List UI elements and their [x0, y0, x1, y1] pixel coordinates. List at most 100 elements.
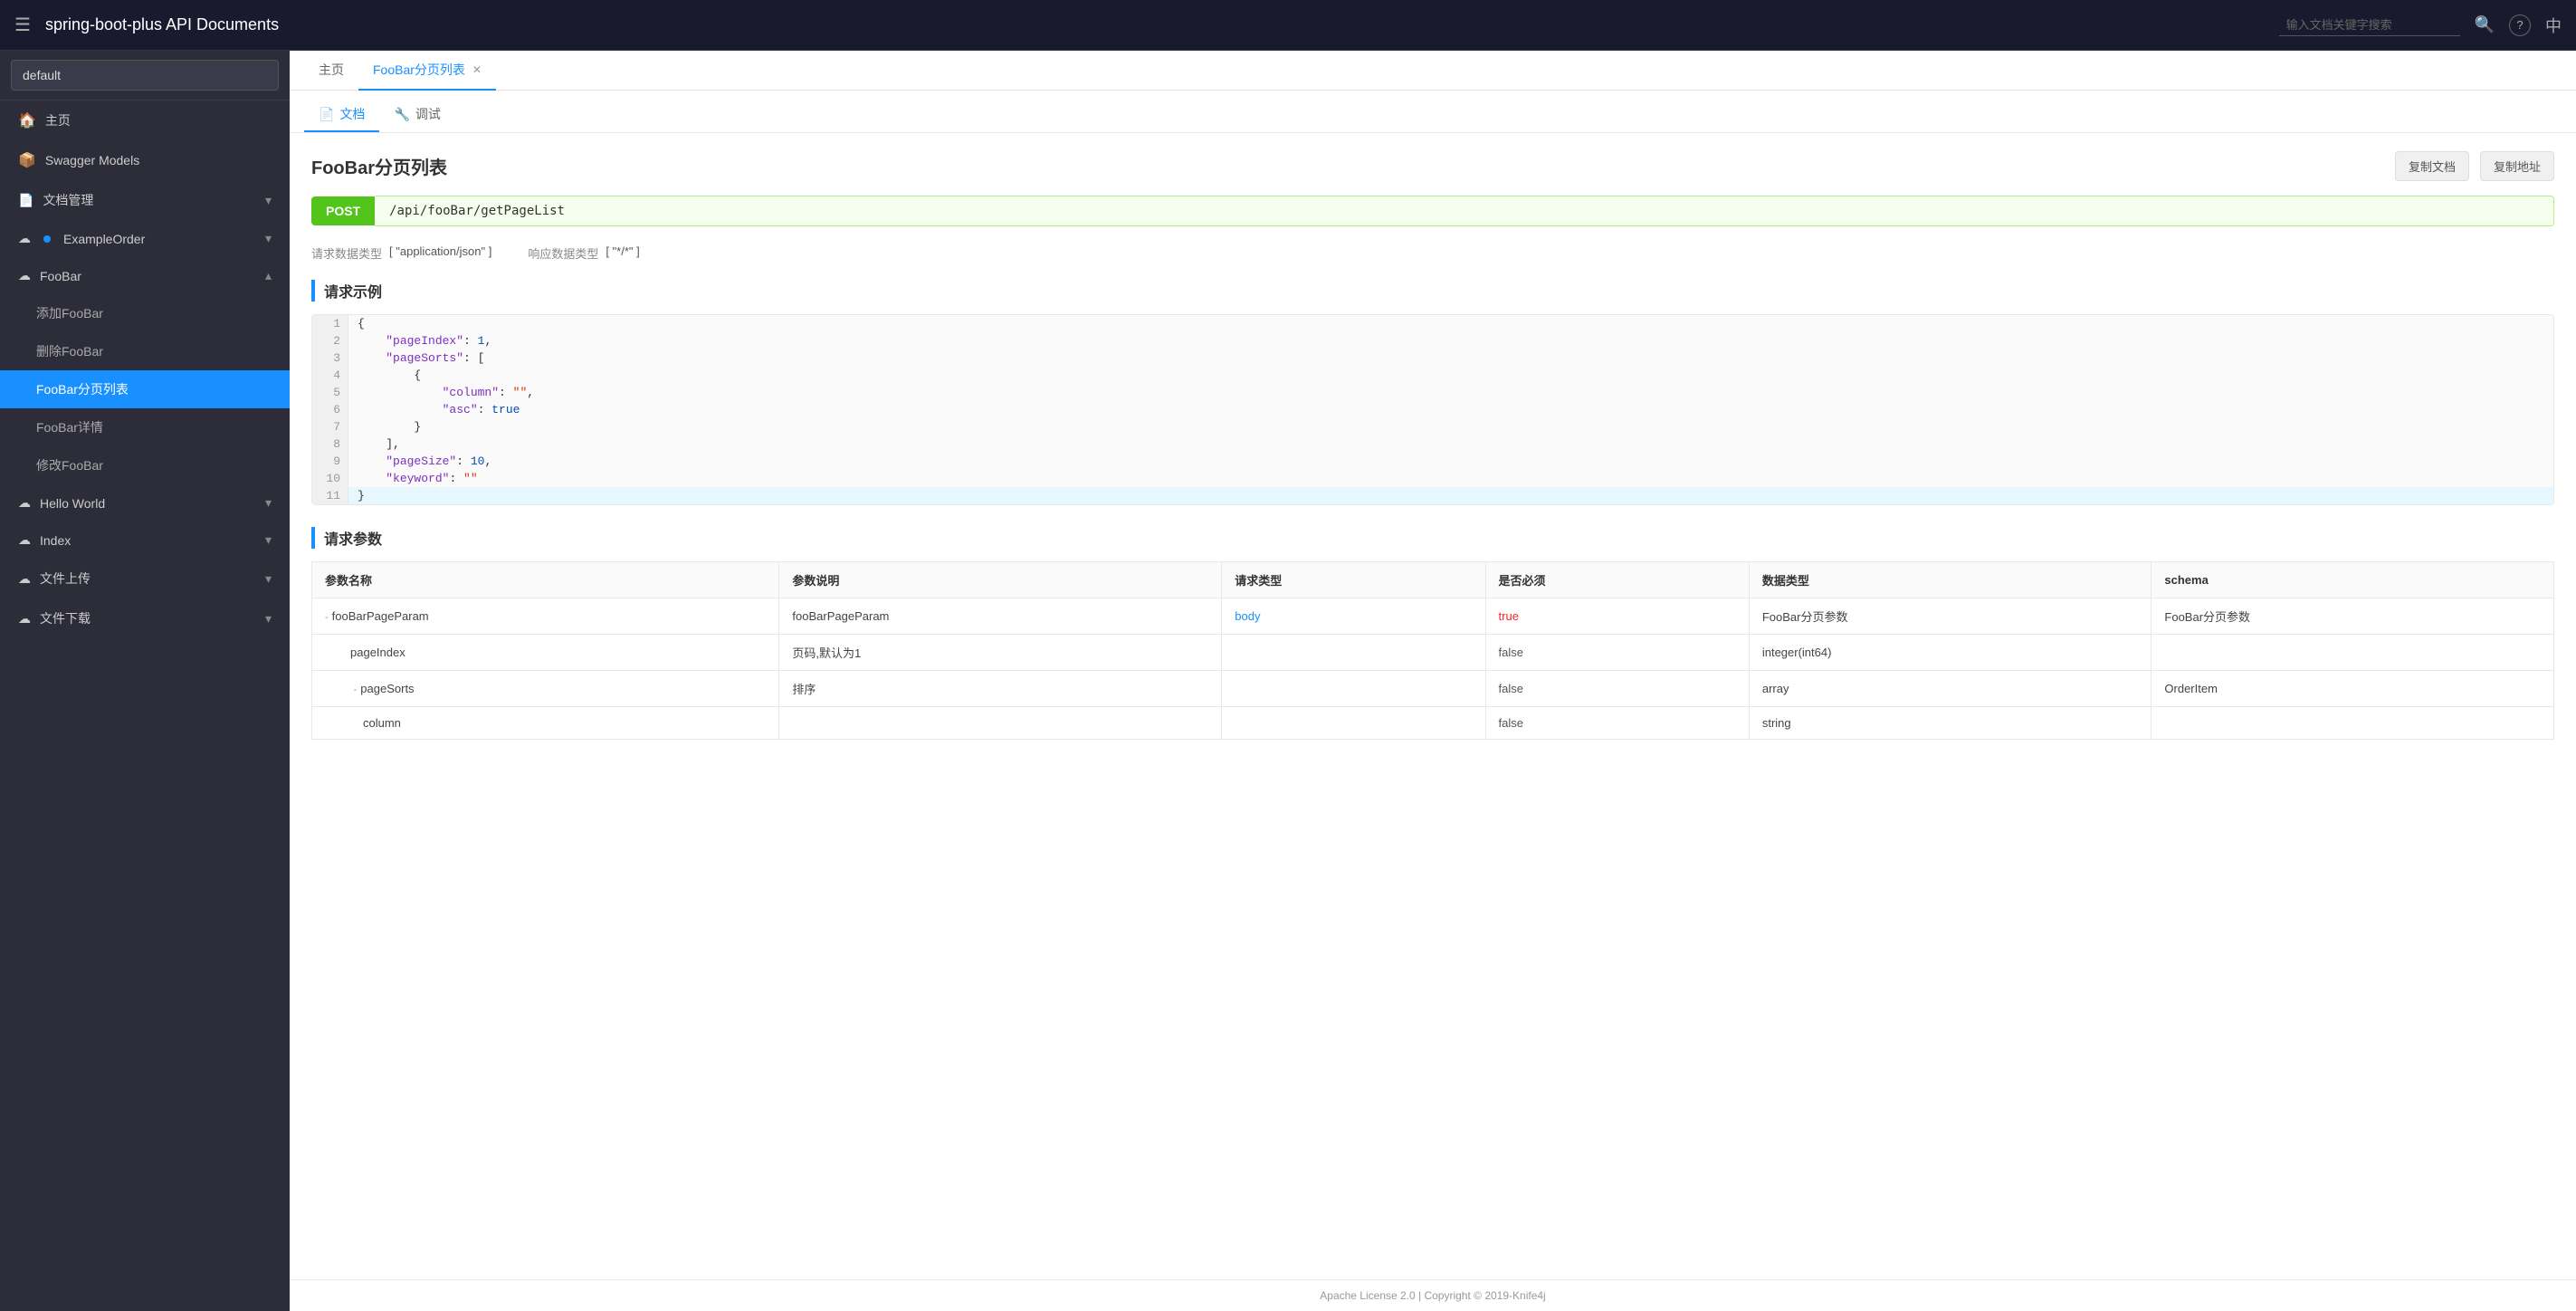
sidebar-group-file-upload[interactable]: ☁ 文件上传 ▾: [0, 559, 290, 598]
params-table-header-row: 参数名称 参数说明 请求类型 是否必须 数据类型 schema: [312, 562, 2554, 598]
content-area: 主页 FooBar分页列表 ✕ 📄 文档 🔧 调试: [290, 51, 2576, 1311]
sidebar-item-foobar-page[interactable]: FooBar分页列表: [0, 370, 290, 408]
help-icon[interactable]: ?: [2509, 14, 2531, 36]
footer: Apache License 2.0 | Copyright © 2019-Kn…: [290, 1279, 2576, 1311]
table-row: column false string: [312, 707, 2554, 740]
code-line-7: 7 }: [312, 418, 2553, 435]
col-param-name: 参数名称: [312, 562, 779, 598]
request-example-section: 请求示例 1 { 2 "pageIndex": 1,: [311, 280, 2554, 505]
code-line-2: 2 "pageIndex": 1,: [312, 332, 2553, 349]
api-details: FooBar分页列表 复制文档 复制地址 POST /api/fooBar/ge…: [290, 133, 2576, 780]
group-select[interactable]: default: [11, 60, 279, 91]
chevron-right-icon-hello: ▾: [265, 495, 272, 511]
sidebar-item-del-foobar[interactable]: 删除FooBar: [0, 332, 290, 370]
param-name: -pageSorts: [312, 671, 779, 707]
example-section-title: 请求示例: [311, 280, 2554, 301]
search-icon[interactable]: 🔍: [2475, 15, 2495, 34]
sidebar-item-swagger[interactable]: 📦 Swagger Models: [0, 140, 290, 180]
param-data-type: array: [1749, 671, 2151, 707]
code-line-3: 3 "pageSorts": [: [312, 349, 2553, 367]
param-desc: [779, 707, 1222, 740]
sub-tab-debug[interactable]: 🔧 调试: [379, 98, 454, 132]
sub-tab-debug-label: 调试: [415, 105, 441, 123]
sidebar-item-example-order-label: ExampleOrder: [63, 232, 145, 246]
method-badge: POST: [311, 196, 375, 225]
col-param-desc: 参数说明: [779, 562, 1222, 598]
sidebar-group-index[interactable]: ☁ Index ▾: [0, 522, 290, 559]
sidebar-group-file-download[interactable]: ☁ 文件下载 ▾: [0, 598, 290, 638]
param-req-type: body: [1222, 598, 1485, 635]
table-row: -pageSorts 排序 false array OrderItem: [312, 671, 2554, 707]
sidebar-item-foobar-label: FooBar: [40, 269, 81, 283]
table-row: -fooBarPageParam fooBarPageParam body tr…: [312, 598, 2554, 635]
request-type-item: 请求数据类型 [ "application/json" ]: [311, 244, 491, 262]
param-schema: OrderItem: [2151, 671, 2554, 707]
response-type-item: 响应数据类型 [ "*/*" ]: [528, 244, 639, 262]
params-section-title: 请求参数: [311, 527, 2554, 549]
param-req-type: [1222, 707, 1485, 740]
code-line-10: 10 "keyword": "": [312, 470, 2553, 487]
meta-row: 请求数据类型 [ "application/json" ] 响应数据类型 [ "…: [311, 244, 2554, 262]
sidebar-item-add-foobar[interactable]: 添加FooBar: [0, 294, 290, 332]
col-required: 是否必须: [1485, 562, 1749, 598]
expand-btn-2[interactable]: -: [354, 684, 358, 695]
sidebar-item-home-label: 主页: [45, 111, 71, 129]
copy-url-button[interactable]: 复制地址: [2480, 151, 2554, 181]
param-required: false: [1485, 635, 1749, 671]
sidebar-item-file-upload-label: 文件上传: [40, 569, 91, 588]
code-line-6: 6 "asc": true: [312, 401, 2553, 418]
request-params-section: 请求参数 参数名称 参数说明 请求类型 是否必须 数据类型 schema: [311, 527, 2554, 740]
param-data-type: FooBar分页参数: [1749, 598, 2151, 635]
param-name: -fooBarPageParam: [312, 598, 779, 635]
code-line-8: 8 ],: [312, 435, 2553, 453]
sub-tab-doc-label: 文档: [339, 105, 365, 123]
sidebar-item-foobar-detail[interactable]: FooBar详情: [0, 408, 290, 446]
copy-doc-button[interactable]: 复制文档: [2395, 151, 2469, 181]
menu-icon[interactable]: ☰: [14, 14, 31, 36]
param-schema: FooBar分页参数: [2151, 598, 2554, 635]
sidebar-item-home[interactable]: 🏠 主页: [0, 100, 290, 140]
lang-icon[interactable]: 中: [2545, 14, 2562, 37]
doc-manage-icon: 📄: [18, 193, 33, 208]
chevron-right-icon-download: ▾: [265, 611, 272, 627]
sidebar-group-foobar[interactable]: ☁ FooBar ▴: [0, 257, 290, 294]
param-required: false: [1485, 671, 1749, 707]
sidebar-group-doc-manage[interactable]: 📄 文档管理 ▾: [0, 180, 290, 220]
sidebar-item-hello-world-label: Hello World: [40, 496, 105, 511]
footer-text: Apache License 2.0 | Copyright © 2019-Kn…: [1320, 1289, 1545, 1302]
doc-icon: 📄: [319, 107, 334, 122]
sub-tabs: 📄 文档 🔧 调试: [290, 91, 2576, 133]
sidebar-group-example-order[interactable]: ☁ ExampleOrder ▾: [0, 220, 290, 257]
param-desc: 页码,默认为1: [779, 635, 1222, 671]
expand-btn[interactable]: -: [325, 612, 329, 623]
chevron-right-icon-index: ▾: [265, 532, 272, 548]
sub-tab-doc[interactable]: 📄 文档: [304, 98, 379, 132]
sidebar-select-wrapper: default: [0, 51, 290, 100]
method-path: POST /api/fooBar/getPageList: [311, 196, 2554, 226]
cloud-icon-upload: ☁: [18, 571, 31, 587]
cloud-icon-foobar: ☁: [18, 268, 31, 283]
sidebar-item-swagger-label: Swagger Models: [45, 153, 139, 167]
code-block: 1 { 2 "pageIndex": 1, 3 "pageSorts": [: [311, 314, 2554, 505]
col-schema: schema: [2151, 562, 2554, 598]
search-input[interactable]: [2279, 14, 2460, 36]
param-name: column: [312, 707, 779, 740]
tab-home[interactable]: 主页: [304, 51, 358, 91]
cloud-icon-download: ☁: [18, 611, 31, 627]
api-actions: 复制文档 复制地址: [2395, 151, 2554, 181]
api-content: 📄 文档 🔧 调试 FooBar分页列表 复制文档 复制地址: [290, 91, 2576, 1279]
cloud-icon-index: ☁: [18, 532, 31, 548]
col-req-type: 请求类型: [1222, 562, 1485, 598]
param-required: true: [1485, 598, 1749, 635]
api-header: FooBar分页列表 复制文档 复制地址: [311, 151, 2554, 181]
tab-foobar-page-label: FooBar分页列表: [373, 61, 465, 79]
tab-close-icon[interactable]: ✕: [472, 63, 482, 76]
code-line-11: 11 }: [312, 487, 2553, 504]
table-row: pageIndex 页码,默认为1 false integer(int64): [312, 635, 2554, 671]
tab-foobar-page[interactable]: FooBar分页列表 ✕: [358, 51, 496, 91]
top-header: ☰ spring-boot-plus API Documents 🔍 ? 中: [0, 0, 2576, 51]
chevron-right-icon-upload: ▾: [265, 571, 272, 587]
sidebar-item-modify-foobar[interactable]: 修改FooBar: [0, 446, 290, 484]
main-layout: default 🏠 主页 📦 Swagger Models 📄 文档管理 ▾ ☁: [0, 51, 2576, 1311]
sidebar-group-hello-world[interactable]: ☁ Hello World ▾: [0, 484, 290, 522]
